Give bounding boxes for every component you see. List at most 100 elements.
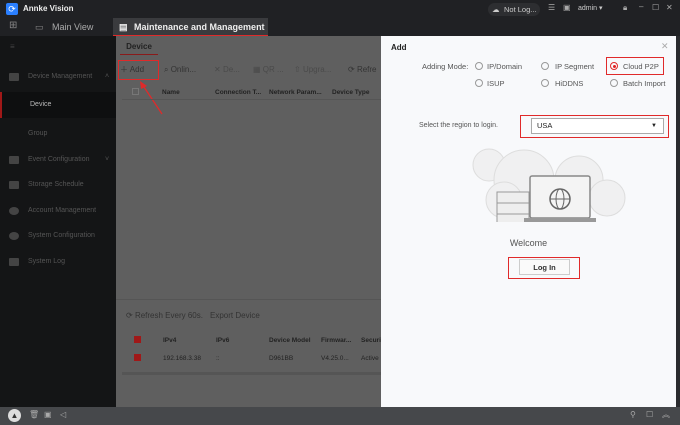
sidebar-item-device[interactable]: Device xyxy=(0,92,116,118)
sidebar-item-system-configuration[interactable]: System Configuration xyxy=(0,223,116,249)
status-bar: ▲ 🗑︎ ▣ ◁ ⚲ ☐ ︽ xyxy=(0,407,680,425)
radio-isup[interactable] xyxy=(475,79,483,87)
dialog-close-icon[interactable]: ✕ xyxy=(661,41,669,52)
tab-label: Maintenance and Management xyxy=(134,22,265,32)
alert-icon[interactable]: ▲ xyxy=(8,409,21,422)
column-security[interactable]: Securi xyxy=(361,337,381,344)
cell-firmware: V4.25.0... xyxy=(321,355,349,362)
online-device-button[interactable]: ⌕ Onlin... xyxy=(164,60,196,80)
label: De... xyxy=(222,65,240,74)
label: Upgra... xyxy=(302,65,332,74)
label: Device Management xyxy=(28,73,93,80)
title-bar: ⟳ Annke Vision ☁ Not Log... ☰ ▣ admin ▾ … xyxy=(0,0,680,18)
divider xyxy=(116,299,381,300)
column-device-model[interactable]: Device Model xyxy=(269,337,311,344)
radio-ip-segment[interactable] xyxy=(541,62,549,70)
sidebar-item-group[interactable]: Group xyxy=(0,121,116,147)
refresh-interval-button[interactable]: ⟳ Refresh Every 60s. xyxy=(126,311,203,320)
cell-model: D961BB xyxy=(269,355,294,362)
speaker-icon[interactable]: ◁ xyxy=(60,410,66,419)
subtab-device[interactable]: Device xyxy=(120,38,158,55)
fullscreen-icon[interactable]: ☐ xyxy=(646,410,653,419)
login-highlight xyxy=(508,257,580,279)
delete-button[interactable]: ✕ De... xyxy=(214,60,240,80)
column-network-params[interactable]: Network Param... xyxy=(269,89,322,96)
region-label: Select the region to login. xyxy=(419,122,498,129)
label: Refre xyxy=(356,65,377,74)
expand-up-icon[interactable]: ︽ xyxy=(662,409,670,420)
lock-icon[interactable]: 🔒︎ xyxy=(623,3,627,13)
tab-row: ⊞ ▭ Main View ▤ Maintenance and Manageme… xyxy=(0,18,680,50)
label: System Configuration xyxy=(28,232,95,239)
pin-icon[interactable]: ⚲ xyxy=(630,410,636,419)
maintenance-icon: ▤ xyxy=(119,22,128,32)
select-all-checkbox[interactable] xyxy=(132,88,139,95)
column-connection-type[interactable]: Connection T... xyxy=(215,89,261,96)
upgrade-button[interactable]: ⇧ Upgra... xyxy=(294,60,331,80)
label: Refresh Every 60s. xyxy=(134,311,203,320)
column-ipv4[interactable]: IPv4 xyxy=(163,337,176,344)
app-title: Annke Vision xyxy=(23,4,74,13)
minimize-icon[interactable]: – xyxy=(639,2,643,11)
radio-label: ISUP xyxy=(487,79,505,88)
event-icon xyxy=(9,156,19,164)
tab-main-view[interactable]: ▭ Main View xyxy=(35,18,110,36)
main-content: Device ＋ Add ⌕ Onlin... ✕ De... ▦ QR ...… xyxy=(116,36,381,407)
cloud-status-text: Not Log... xyxy=(504,5,537,14)
cloud-status-button[interactable]: ☁ Not Log... xyxy=(488,3,540,16)
online-table-header: IPv4 IPv6 Device Model Firmwar... Securi xyxy=(122,330,381,350)
tab-label: Main View xyxy=(52,22,94,32)
list-icon[interactable]: ☰ xyxy=(548,3,555,12)
column-name[interactable]: Name xyxy=(162,89,180,96)
sidebar-item-system-log[interactable]: System Log xyxy=(0,249,116,275)
sidebar-item-device-management[interactable]: Device Management ˄ xyxy=(0,64,116,90)
app-logo-icon: ⟳ xyxy=(6,3,18,15)
user-menu[interactable]: admin ▾ xyxy=(578,4,603,12)
column-firmware[interactable]: Firmwar... xyxy=(321,337,351,344)
label: Group xyxy=(28,130,48,137)
window-edge xyxy=(676,36,680,407)
grid-menu-icon[interactable]: ⊞ xyxy=(9,20,17,31)
radio-batch-import[interactable] xyxy=(610,79,618,87)
trash-icon[interactable]: 🗑︎ xyxy=(29,410,39,419)
radio-hiddns[interactable] xyxy=(541,79,549,87)
sidebar: ≡ Device Management ˄ Device Group Event … xyxy=(0,36,116,407)
storage-icon xyxy=(9,181,19,189)
refresh-button[interactable]: ⟳ Refre xyxy=(348,60,377,80)
device-icon xyxy=(9,73,19,81)
label: Account Management xyxy=(28,207,97,214)
maximize-icon[interactable]: ☐ xyxy=(652,3,659,12)
sidebar-item-storage-schedule[interactable]: Storage Schedule xyxy=(0,172,116,198)
user-icon xyxy=(9,207,19,215)
export-device-button[interactable]: Export Device xyxy=(210,311,260,320)
tab-maintenance[interactable]: ▤ Maintenance and Management ⊗ xyxy=(113,18,268,50)
qr-button[interactable]: ▦ QR ... xyxy=(253,60,284,80)
row-checkbox[interactable] xyxy=(134,354,141,361)
sidebar-item-account-management[interactable]: Account Management xyxy=(0,198,116,224)
label: Onlin... xyxy=(170,65,197,74)
username: admin xyxy=(578,5,598,12)
camera-icon: ▭ xyxy=(35,22,47,32)
cell-security: Active xyxy=(361,355,379,362)
column-device-type[interactable]: Device Type xyxy=(332,89,369,96)
column-ipv6[interactable]: IPv6 xyxy=(216,337,229,344)
collapse-menu-icon[interactable]: ≡ xyxy=(10,42,15,51)
cloud-illustration xyxy=(472,148,626,222)
label: QR ... xyxy=(262,65,284,74)
radio-ip-domain[interactable] xyxy=(475,62,483,70)
cell-ipv4: 192.168.3.38 xyxy=(163,355,201,362)
image-icon[interactable]: ▣ xyxy=(563,3,571,12)
select-all-checkbox[interactable] xyxy=(134,336,141,343)
add-highlight xyxy=(118,60,159,80)
image-settings-icon[interactable]: ▣ xyxy=(44,410,52,419)
label: Device xyxy=(30,101,52,108)
table-row[interactable]: 192.168.3.38 :: D961BB V4.25.0... Active xyxy=(122,350,381,367)
radio-label: IP Segment xyxy=(555,62,595,71)
cell-ipv6: :: xyxy=(216,355,220,362)
close-icon[interactable]: ✕ xyxy=(666,3,673,12)
sidebar-item-event-configuration[interactable]: Event Configuration ˅ xyxy=(0,147,116,173)
horizontal-scrollbar[interactable] xyxy=(122,372,381,375)
device-table-header: Name Connection T... Network Param... De… xyxy=(122,84,381,100)
add-device-dialog: Add ✕ Adding Mode: IP/Domain IP Segment … xyxy=(381,36,676,407)
log-icon xyxy=(9,258,19,266)
